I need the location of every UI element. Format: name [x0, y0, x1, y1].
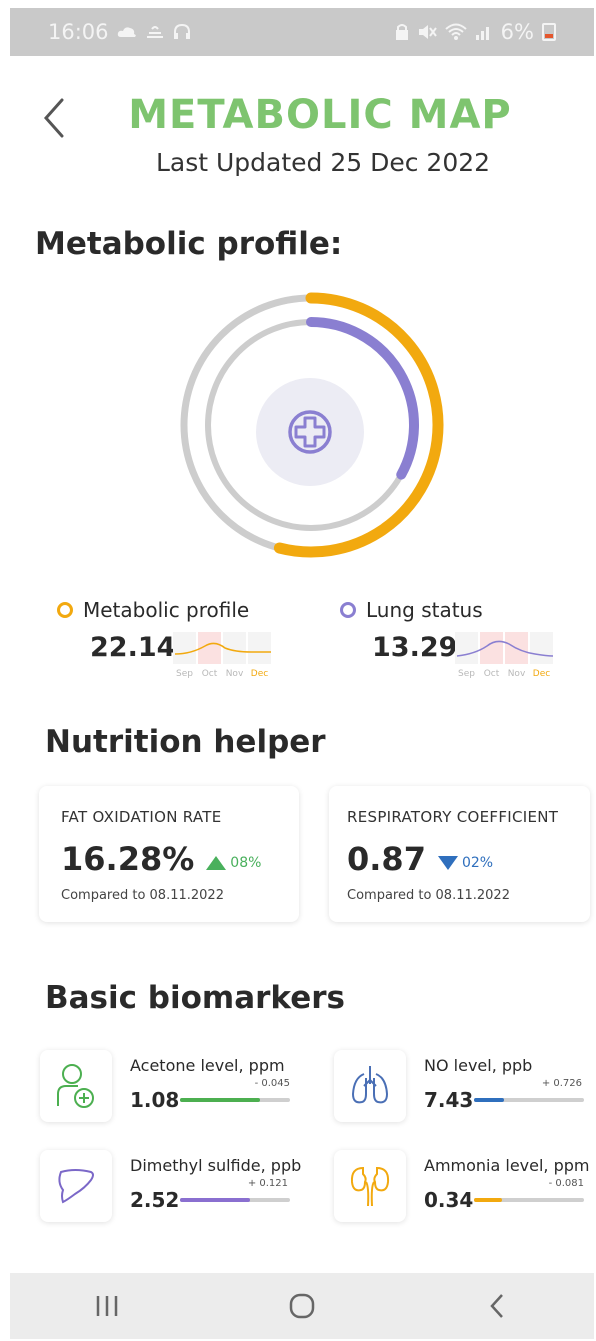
add-measurement-button[interactable] — [256, 378, 364, 486]
battery-percentage: 6% — [500, 20, 534, 44]
biomarker-icon-box — [334, 1150, 406, 1222]
status-left: 16:06 — [48, 20, 191, 44]
biomarker-value: 7.43 — [424, 1088, 474, 1112]
biomarker-delta: + 0.726 — [541, 1078, 582, 1089]
triangle-down-icon — [437, 856, 458, 870]
card-value-row: 0.87 02% — [347, 840, 570, 878]
card-delta-value: 08% — [230, 855, 262, 871]
basic-biomarkers-title: Basic biomarkers — [45, 980, 345, 1016]
page-title: METABOLIC MAP — [128, 92, 512, 138]
biomarker-ammonia[interactable]: Ammonia level, ppm 0.34 - 0.081 — [334, 1150, 596, 1230]
lung-status-legend[interactable]: Lung status — [340, 598, 483, 622]
biomarker-bar-fill — [474, 1198, 502, 1202]
cloud-icon — [117, 27, 136, 37]
back-icon — [489, 1294, 503, 1318]
biomarker-delta: + 0.121 — [247, 1178, 288, 1189]
lock-icon — [395, 24, 408, 40]
biomarker-acetone[interactable]: Acetone level, ppm 1.08 - 0.045 — [40, 1050, 310, 1130]
status-right: 6% — [395, 20, 556, 44]
lungs-icon — [351, 1066, 389, 1104]
card-compare: Compared to 08.11.2022 — [347, 888, 510, 903]
card-value: 0.87 — [347, 840, 426, 878]
triangle-up-icon — [206, 856, 227, 870]
biomarker-name: Dimethyl sulfide, ppb — [130, 1156, 302, 1175]
biomarker-dimethyl-sulfide[interactable]: Dimethyl sulfide, ppb 2.52 + 0.121 — [40, 1150, 310, 1230]
biomarker-bar — [474, 1198, 584, 1202]
sparkline-month-label: Sep — [458, 669, 475, 679]
plus-circle-icon — [288, 410, 332, 454]
biomarker-value: 2.52 — [130, 1188, 180, 1212]
card-label: FAT OXIDATION RATE — [61, 808, 222, 826]
card-delta: 02% — [437, 855, 494, 871]
biomarker-icon-box — [40, 1050, 112, 1122]
biomarker-no[interactable]: NO level, ppb 7.43 + 0.726 — [334, 1050, 596, 1130]
headphones-icon — [173, 24, 190, 39]
legend-dot-icon — [57, 602, 73, 618]
sparkline-month-label: Dec — [533, 669, 550, 679]
biomarker-icon-box — [334, 1050, 406, 1122]
card-label: RESPIRATORY COEFFICIENT — [347, 808, 559, 826]
metabolic-profile-sparkline: Sep Oct Nov Dec — [173, 632, 271, 679]
person-plus-icon — [57, 1064, 94, 1108]
home-icon — [289, 1293, 315, 1319]
fat-oxidation-card[interactable]: FAT OXIDATION RATE 16.28% 08% Compared t… — [39, 786, 299, 922]
sparkline-month-label: Dec — [251, 669, 268, 679]
sparkline-month-column — [530, 632, 553, 664]
biomarker-name: Acetone level, ppm — [130, 1056, 285, 1075]
biomarker-bar — [474, 1098, 584, 1102]
sparkline-month-label: Sep — [176, 669, 193, 679]
biomarker-name: NO level, ppb — [424, 1056, 533, 1075]
metabolic-profile-title: Metabolic profile: — [35, 226, 343, 262]
mute-icon — [418, 25, 437, 39]
metabolic-profile-legend[interactable]: Metabolic profile — [57, 598, 249, 622]
biomarker-bar — [180, 1198, 290, 1202]
card-compare: Compared to 08.11.2022 — [61, 888, 224, 903]
biomarker-name: Ammonia level, ppm — [424, 1156, 590, 1175]
sparkline-month-column — [173, 632, 196, 664]
sparkline-month-column — [248, 632, 271, 664]
sparkline-month-column — [455, 632, 478, 664]
home-button[interactable] — [272, 1286, 332, 1326]
metabolic-profile-value: 22.14 — [90, 632, 176, 663]
recent-apps-icon — [97, 1296, 118, 1316]
respiratory-coefficient-card[interactable]: RESPIRATORY COEFFICIENT 0.87 02% Compare… — [329, 786, 590, 922]
battery-icon — [542, 23, 556, 41]
biomarker-bar-fill — [474, 1098, 504, 1102]
sparkline-month-label: Oct — [484, 669, 500, 679]
lung-status-sparkline: Sep Oct Nov Dec — [455, 632, 554, 679]
biomarker-delta: - 0.045 — [254, 1078, 290, 1089]
liver-icon — [58, 1169, 94, 1204]
card-delta-value: 02% — [461, 855, 494, 871]
biomarker-delta: - 0.081 — [548, 1178, 584, 1189]
card-value-row: 16.28% 08% — [61, 840, 279, 878]
signal-icon — [475, 27, 489, 40]
wifi-icon — [445, 23, 467, 40]
biomarker-bar — [180, 1098, 290, 1102]
sparkline-month-label: Nov — [508, 669, 526, 679]
legend-dot-icon — [340, 602, 356, 618]
recent-apps-button[interactable] — [77, 1286, 137, 1326]
lung-status-value: 13.29 — [372, 632, 458, 663]
biomarker-value: 1.08 — [130, 1088, 180, 1112]
status-bar: 16:06 6% — [10, 8, 594, 56]
kidneys-icon — [350, 1166, 390, 1207]
last-updated: Last Updated 25 Dec 2022 — [155, 148, 491, 177]
legend-label: Lung status — [366, 598, 483, 622]
card-value: 16.28% — [61, 840, 195, 878]
card-delta: 08% — [206, 855, 261, 871]
biomarker-value: 0.34 — [424, 1188, 474, 1212]
biomarker-icon-box — [40, 1150, 112, 1222]
biomarker-bar-fill — [180, 1098, 261, 1102]
sparkline-month-label: Nov — [226, 669, 244, 679]
nutrition-helper-title: Nutrition helper — [45, 724, 326, 760]
sparkline-month-label: Oct — [202, 669, 218, 679]
status-time: 16:06 — [48, 20, 109, 44]
system-nav-bar — [10, 1273, 594, 1339]
legend-label: Metabolic profile — [83, 598, 250, 622]
weather-icon — [146, 26, 163, 38]
biomarker-bar-fill — [180, 1198, 251, 1202]
system-back-button[interactable] — [467, 1286, 527, 1326]
